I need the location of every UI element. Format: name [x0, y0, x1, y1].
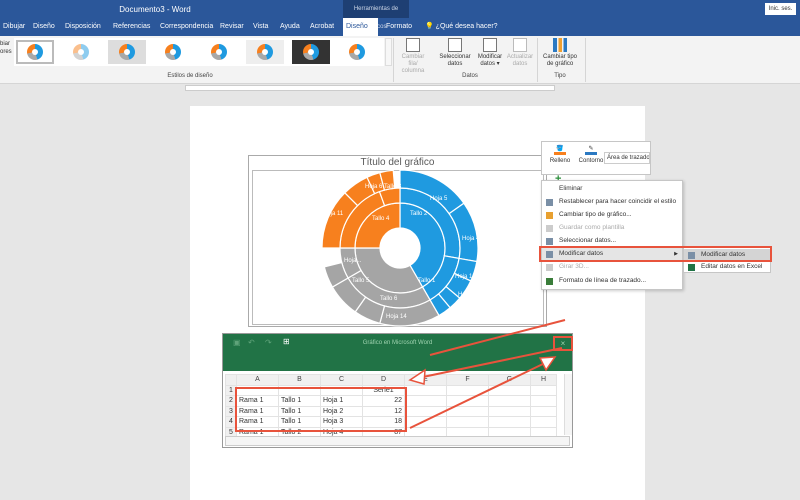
highlight-box — [539, 246, 772, 262]
cell[interactable] — [446, 405, 489, 417]
excel-window-title: Gráfico en Microsoft Word — [362, 340, 433, 346]
cell[interactable] — [530, 395, 557, 407]
chart-element-dropdown[interactable]: Área de trazado ▾ — [604, 152, 650, 164]
menu-item-3d-rotation[interactable]: Girar 3D... — [542, 261, 682, 274]
segment-label: Tallo 6 — [380, 296, 398, 302]
segment-label: Tallo 4 — [372, 216, 390, 222]
segment-label: Hoja 5 — [430, 196, 448, 202]
format-icon — [546, 278, 553, 285]
column-header[interactable]: F — [446, 374, 489, 386]
menu-item-reset-style[interactable]: Restablecer para hacer coincidir el esti… — [542, 196, 682, 209]
excel-icon — [688, 264, 695, 271]
format-mini-toolbar: 🪣 Relleno ✎ Contorno Área de trazado ▾ — [541, 141, 651, 175]
segment-label: Tallo 5 — [352, 278, 370, 284]
cell[interactable] — [404, 416, 447, 428]
select-data-icon — [546, 238, 553, 245]
column-header[interactable]: G — [488, 374, 531, 386]
cell[interactable] — [446, 416, 489, 428]
cell[interactable] — [530, 405, 557, 417]
cell[interactable] — [446, 384, 489, 396]
fill-label: Relleno — [549, 158, 571, 164]
cell[interactable] — [488, 405, 531, 417]
menu-item-change-chart-type[interactable]: Cambiar tipo de gráfico... — [542, 209, 682, 222]
menu-label: Guardar como plantilla — [559, 224, 625, 231]
column-header[interactable]: C — [320, 374, 363, 386]
segment-label: Tallo 1 — [418, 278, 436, 284]
segment-label: Tallo 3 — [384, 184, 402, 190]
menu-label: Formato de línea de trazado... — [559, 277, 647, 284]
segment-label: Hoja 1 — [455, 274, 473, 280]
cell[interactable] — [446, 395, 489, 407]
cell[interactable] — [488, 395, 531, 407]
vertical-scrollbar[interactable] — [564, 374, 572, 435]
menu-label: Editar datos en Excel — [701, 263, 763, 270]
data-highlight-box — [235, 387, 407, 432]
column-header-row: A B C D E F G H — [225, 374, 557, 386]
cell[interactable] — [488, 384, 531, 396]
menu-label: Cambiar tipo de gráfico... — [559, 211, 632, 218]
rotation-icon — [546, 264, 553, 271]
cell[interactable] — [530, 416, 557, 428]
column-header[interactable]: B — [278, 374, 321, 386]
chart-type-icon — [546, 212, 553, 219]
menu-label: Restablecer para hacer coincidir el esti… — [559, 198, 677, 205]
cell[interactable] — [488, 416, 531, 428]
menu-label: Eliminar — [559, 185, 583, 192]
column-header[interactable]: A — [236, 374, 279, 386]
horizontal-scrollbar[interactable] — [225, 436, 570, 446]
menu-item-delete[interactable]: Eliminar — [542, 183, 682, 196]
segment-label: Hoja... — [344, 258, 362, 264]
menu-label: Seleccionar datos... — [559, 237, 617, 244]
cell[interactable] — [404, 405, 447, 417]
segment-label: Tallo 2 — [410, 211, 428, 217]
column-header[interactable]: E — [404, 374, 447, 386]
cell[interactable] — [404, 384, 447, 396]
template-icon — [546, 225, 553, 232]
outline-button[interactable]: ✎ Contorno — [576, 145, 606, 164]
segment-label: Hoja 14 — [386, 314, 407, 320]
fill-button[interactable]: 🪣 Relleno — [545, 145, 575, 164]
segment-label: Hoja 4 — [462, 236, 480, 242]
submenu-edit-in-excel[interactable]: Editar datos en Excel — [684, 261, 770, 274]
chart-element-value: Área de trazado — [607, 155, 650, 161]
cell[interactable] — [404, 395, 447, 407]
menu-item-save-template[interactable]: Guardar como plantilla — [542, 222, 682, 235]
cell[interactable] — [530, 384, 557, 396]
segment-label: Hoja 3 — [458, 292, 476, 298]
outline-label: Contorno — [578, 158, 604, 164]
close-button[interactable]: × — [553, 336, 573, 351]
segment-label: Hoja 11 — [323, 211, 344, 217]
menu-item-format-plot-line[interactable]: Formato de línea de trazado... — [542, 275, 682, 288]
select-all[interactable] — [225, 374, 237, 386]
menu-label: Girar 3D... — [559, 263, 589, 270]
paint-bucket-icon: 🪣 — [554, 145, 566, 155]
reset-style-icon — [546, 199, 553, 206]
context-menu: Eliminar Restablecer para hacer coincidi… — [541, 180, 683, 290]
pen-icon: ✎ — [585, 145, 597, 155]
segment-label: Hoja 6 — [365, 184, 383, 190]
column-header[interactable]: D — [362, 374, 405, 386]
column-header[interactable]: H — [530, 374, 557, 386]
excel-title-bar: ▣ ↶ ↷ ⊞ Gráfico en Microsoft Word × — [223, 334, 573, 371]
